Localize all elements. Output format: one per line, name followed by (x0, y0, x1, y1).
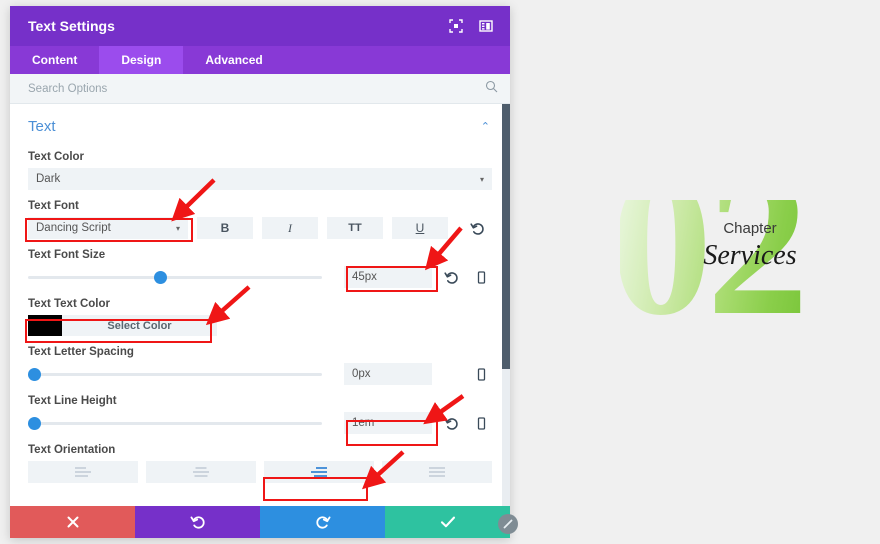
align-right-icon[interactable] (264, 461, 374, 483)
color-swatch[interactable] (28, 315, 62, 336)
text-font-label: Text Font (28, 200, 79, 212)
text-font-select[interactable]: Dancing Script ▾ (28, 217, 188, 239)
slider-rail (28, 421, 322, 425)
chapter-artwork: 02 Chapter Services (620, 200, 880, 330)
mobile-icon[interactable] (470, 412, 492, 434)
section-title: Text (28, 118, 56, 135)
text-font-size-value[interactable]: 45px (344, 266, 432, 288)
select-color-button[interactable]: Select Color (62, 315, 217, 336)
underline-button[interactable]: U (392, 217, 448, 239)
search-icon[interactable] (485, 80, 498, 98)
text-color-value: Dark (36, 173, 61, 185)
field-text-text-color: Text Text Color Select Color (28, 298, 492, 336)
slider-knob[interactable] (28, 367, 41, 381)
text-line-height-slider[interactable] (28, 414, 338, 432)
undo-button[interactable] (135, 506, 260, 538)
field-text-font: Text Font Dancing Script ▾ B I TT U (28, 200, 492, 239)
scrollbar-thumb[interactable] (502, 104, 510, 369)
text-text-color-label: Text Text Color (28, 298, 110, 310)
settings-scroll-area: Text ⌃ Text Color Dark ▾ Text Font Danci… (10, 104, 510, 506)
text-settings-modal: Text Settings Content Design Advanced Se… (10, 6, 518, 538)
bold-button[interactable]: B (197, 217, 253, 239)
chapter-label: Chapter (723, 220, 777, 237)
align-justify-icon[interactable] (382, 461, 492, 483)
italic-button[interactable]: I (262, 217, 318, 239)
text-letter-spacing-label: Text Letter Spacing (28, 346, 134, 358)
slider-knob[interactable] (28, 416, 41, 430)
text-letter-spacing-value[interactable]: 0px (344, 363, 432, 385)
text-font-size-label: Text Font Size (28, 249, 106, 261)
field-text-color: Text Color Dark ▾ (28, 151, 492, 190)
cancel-button[interactable] (10, 506, 135, 538)
slider-knob[interactable] (154, 270, 168, 284)
text-line-height-value[interactable]: 1em (344, 412, 432, 434)
text-color-label: Text Color (28, 151, 85, 163)
text-font-size-reset-icon[interactable] (440, 266, 462, 288)
chevron-down-icon: ▾ (175, 223, 180, 233)
text-line-height-reset-icon[interactable] (440, 412, 462, 434)
modal-action-bar (10, 506, 510, 538)
chapter-title: Services (703, 240, 797, 271)
text-orientation-label: Text Orientation (28, 444, 116, 456)
tab-design[interactable]: Design (99, 46, 184, 74)
field-text-letter-spacing: Text Letter Spacing 0px (28, 346, 492, 385)
field-text-font-size: Text Font Size 45px (28, 249, 492, 288)
search-input[interactable] (28, 82, 485, 95)
mobile-icon[interactable] (470, 266, 492, 288)
tab-advanced[interactable]: Advanced (183, 46, 284, 74)
text-font-value: Dancing Script (36, 222, 111, 234)
align-left-icon[interactable] (28, 461, 138, 483)
focus-target-icon[interactable] (444, 14, 468, 38)
modal-titlebar: Text Settings (10, 6, 510, 46)
panel-layout-icon[interactable] (474, 14, 498, 38)
text-color-select[interactable]: Dark ▾ (28, 168, 492, 190)
text-line-height-label: Text Line Height (28, 395, 117, 407)
mobile-icon[interactable] (470, 363, 492, 385)
search-options-row (10, 74, 510, 104)
chevron-up-icon[interactable]: ⌃ (481, 120, 492, 133)
text-font-reset-icon[interactable] (466, 217, 488, 239)
field-text-orientation: Text Orientation (28, 444, 492, 483)
section-header-text[interactable]: Text ⌃ (28, 104, 492, 141)
save-button[interactable] (385, 506, 510, 538)
slider-rail (28, 275, 322, 279)
resize-handle[interactable] (498, 514, 518, 534)
modal-title: Text Settings (28, 18, 115, 34)
text-font-size-slider[interactable] (28, 268, 338, 286)
tab-content[interactable]: Content (10, 46, 99, 74)
redo-button[interactable] (260, 506, 385, 538)
field-text-line-height: Text Line Height 1em (28, 395, 492, 434)
align-center-icon[interactable] (146, 461, 256, 483)
text-letter-spacing-slider[interactable] (28, 365, 338, 383)
modal-tabs: Content Design Advanced (10, 46, 510, 74)
chevron-down-icon: ▾ (479, 174, 484, 184)
slider-rail (28, 372, 322, 376)
uppercase-button[interactable]: TT (327, 217, 383, 239)
